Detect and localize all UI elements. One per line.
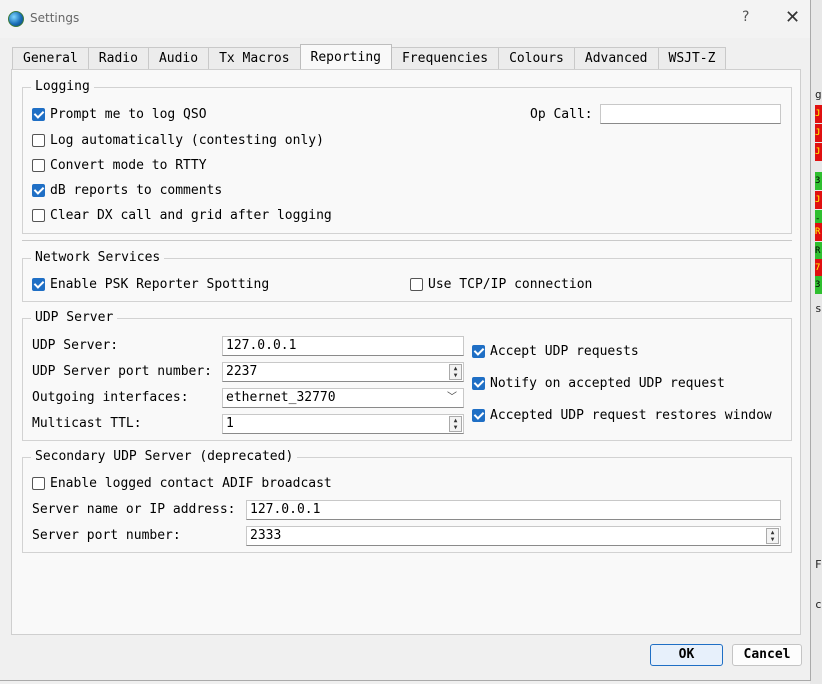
secondary-udp-title: Secondary UDP Server (deprecated) xyxy=(31,449,298,465)
log-automatically-checkbox[interactable]: Log automatically (contesting only) xyxy=(32,133,324,148)
checkbox-box[interactable] xyxy=(410,278,423,291)
title-bar[interactable]: Settings ? ✕ xyxy=(0,0,810,38)
checkbox-label: Enable logged contact ADIF broadcast xyxy=(50,476,332,491)
bg-cell: J xyxy=(815,143,822,161)
globe-app-icon xyxy=(8,11,24,27)
outgoing-interfaces-label: Outgoing interfaces: xyxy=(32,390,189,405)
checkbox-box[interactable] xyxy=(472,409,485,422)
outgoing-interfaces-value: ethernet_32770 xyxy=(226,390,336,405)
checkbox-label: Enable PSK Reporter Spotting xyxy=(50,277,270,292)
udp-server-label: UDP Server: xyxy=(32,338,119,353)
cancel-button[interactable]: Cancel xyxy=(732,644,802,666)
bg-cell: J xyxy=(815,124,822,142)
bg-mark-g: g xyxy=(815,88,822,101)
checkbox-label: Prompt me to log QSO xyxy=(50,107,207,122)
spinner-arrows-icon[interactable]: ▲ ▼ xyxy=(449,416,462,432)
bg-cell: J xyxy=(815,191,822,209)
checkbox-label: Accept UDP requests xyxy=(490,344,639,359)
tab-general[interactable]: General xyxy=(12,47,89,69)
bg-cell: 3 xyxy=(815,172,822,190)
checkbox-box[interactable] xyxy=(32,209,45,222)
bg-mark-s: s xyxy=(815,302,822,315)
bg-cell: 7 xyxy=(815,259,822,277)
checkbox-box[interactable] xyxy=(32,184,45,197)
background-window-strip xyxy=(810,0,822,684)
checkbox-label: Notify on accepted UDP request xyxy=(490,376,725,391)
bg-cell: 3 xyxy=(815,276,822,294)
tab-reporting[interactable]: Reporting xyxy=(299,44,392,69)
op-call-input[interactable] xyxy=(600,104,781,124)
udp-port-label: UDP Server port number: xyxy=(32,364,213,379)
tab-bar: General Radio Audio Tx Macros Reporting … xyxy=(12,44,727,69)
checkbox-label: Log automatically (contesting only) xyxy=(50,133,324,148)
checkbox-label: Clear DX call and grid after logging xyxy=(50,208,332,223)
tab-audio[interactable]: Audio xyxy=(147,47,210,69)
logging-group-title: Logging xyxy=(31,79,94,95)
server-name-label: Server name or IP address: xyxy=(32,502,236,517)
udp-server-input[interactable]: 127.0.0.1 xyxy=(222,336,464,356)
psk-reporter-checkbox[interactable]: Enable PSK Reporter Spotting xyxy=(32,277,269,292)
tab-wsjt-z[interactable]: WSJT-Z xyxy=(657,47,727,69)
server-port-spinbox[interactable]: 2333 ▲ ▼ xyxy=(246,526,781,546)
tab-tx-macros[interactable]: Tx Macros xyxy=(208,47,301,69)
multicast-ttl-spinbox[interactable]: 1 ▲ ▼ xyxy=(222,414,464,434)
bg-cell: R xyxy=(815,242,822,260)
checkbox-label: Accepted UDP request restores window xyxy=(490,408,772,423)
multicast-ttl-label: Multicast TTL: xyxy=(32,416,142,431)
checkbox-box[interactable] xyxy=(32,108,45,121)
help-icon[interactable]: ? xyxy=(742,9,749,25)
server-port-label: Server port number: xyxy=(32,528,181,543)
op-call-label: Op Call: xyxy=(530,107,593,122)
clear-dx-checkbox[interactable]: Clear DX call and grid after logging xyxy=(32,208,332,223)
prompt-log-qso-checkbox[interactable]: Prompt me to log QSO xyxy=(32,107,207,122)
bg-mark-f: F xyxy=(815,558,822,571)
checkbox-label: Convert mode to RTTY xyxy=(50,158,207,173)
spinner-arrows-icon[interactable]: ▲ ▼ xyxy=(766,528,779,544)
udp-server-title: UDP Server xyxy=(31,310,118,326)
udp-port-value: 2237 xyxy=(226,364,258,379)
convert-rtty-checkbox[interactable]: Convert mode to RTTY xyxy=(32,158,207,173)
bg-mark-c: c xyxy=(815,598,822,611)
bg-cell: R xyxy=(815,223,822,241)
adif-broadcast-checkbox[interactable]: Enable logged contact ADIF broadcast xyxy=(32,476,332,491)
bg-cell: J xyxy=(815,105,822,123)
ok-button[interactable]: OK xyxy=(650,644,723,666)
spinner-arrows-icon[interactable]: ▲ ▼ xyxy=(449,364,462,380)
tab-advanced[interactable]: Advanced xyxy=(573,47,659,69)
chevron-down-icon[interactable]: ﹀ xyxy=(447,389,457,407)
notify-accepted-udp-checkbox[interactable]: Notify on accepted UDP request xyxy=(472,376,725,391)
checkbox-label: Use TCP/IP connection xyxy=(428,277,593,292)
server-port-value: 2333 xyxy=(250,528,282,543)
section-divider xyxy=(22,240,792,241)
checkbox-box[interactable] xyxy=(32,477,45,490)
network-services-title: Network Services xyxy=(31,250,165,266)
checkbox-box[interactable] xyxy=(472,377,485,390)
multicast-ttl-value: 1 xyxy=(226,416,234,431)
checkbox-box[interactable] xyxy=(32,134,45,147)
tab-colours[interactable]: Colours xyxy=(498,47,575,69)
tab-radio[interactable]: Radio xyxy=(87,47,149,69)
db-reports-checkbox[interactable]: dB reports to comments xyxy=(32,183,222,198)
server-name-input[interactable]: 127.0.0.1 xyxy=(246,500,781,520)
checkbox-label: dB reports to comments xyxy=(50,183,223,198)
checkbox-box[interactable] xyxy=(32,159,45,172)
accept-udp-requests-checkbox[interactable]: Accept UDP requests xyxy=(472,344,639,359)
tab-frequencies[interactable]: Frequencies xyxy=(390,47,500,69)
outgoing-interfaces-dropdown[interactable]: ethernet_32770 ﹀ xyxy=(222,388,464,408)
window-title: Settings xyxy=(30,11,80,25)
udp-port-spinbox[interactable]: 2237 ▲ ▼ xyxy=(222,362,464,382)
settings-dialog: Settings ? ✕ General Radio Audio Tx Macr… xyxy=(0,0,811,681)
tcp-ip-checkbox[interactable]: Use TCP/IP connection xyxy=(410,277,592,292)
checkbox-box[interactable] xyxy=(472,345,485,358)
restores-window-checkbox[interactable]: Accepted UDP request restores window xyxy=(472,408,772,423)
close-icon[interactable]: ✕ xyxy=(785,7,800,28)
checkbox-box[interactable] xyxy=(32,278,45,291)
